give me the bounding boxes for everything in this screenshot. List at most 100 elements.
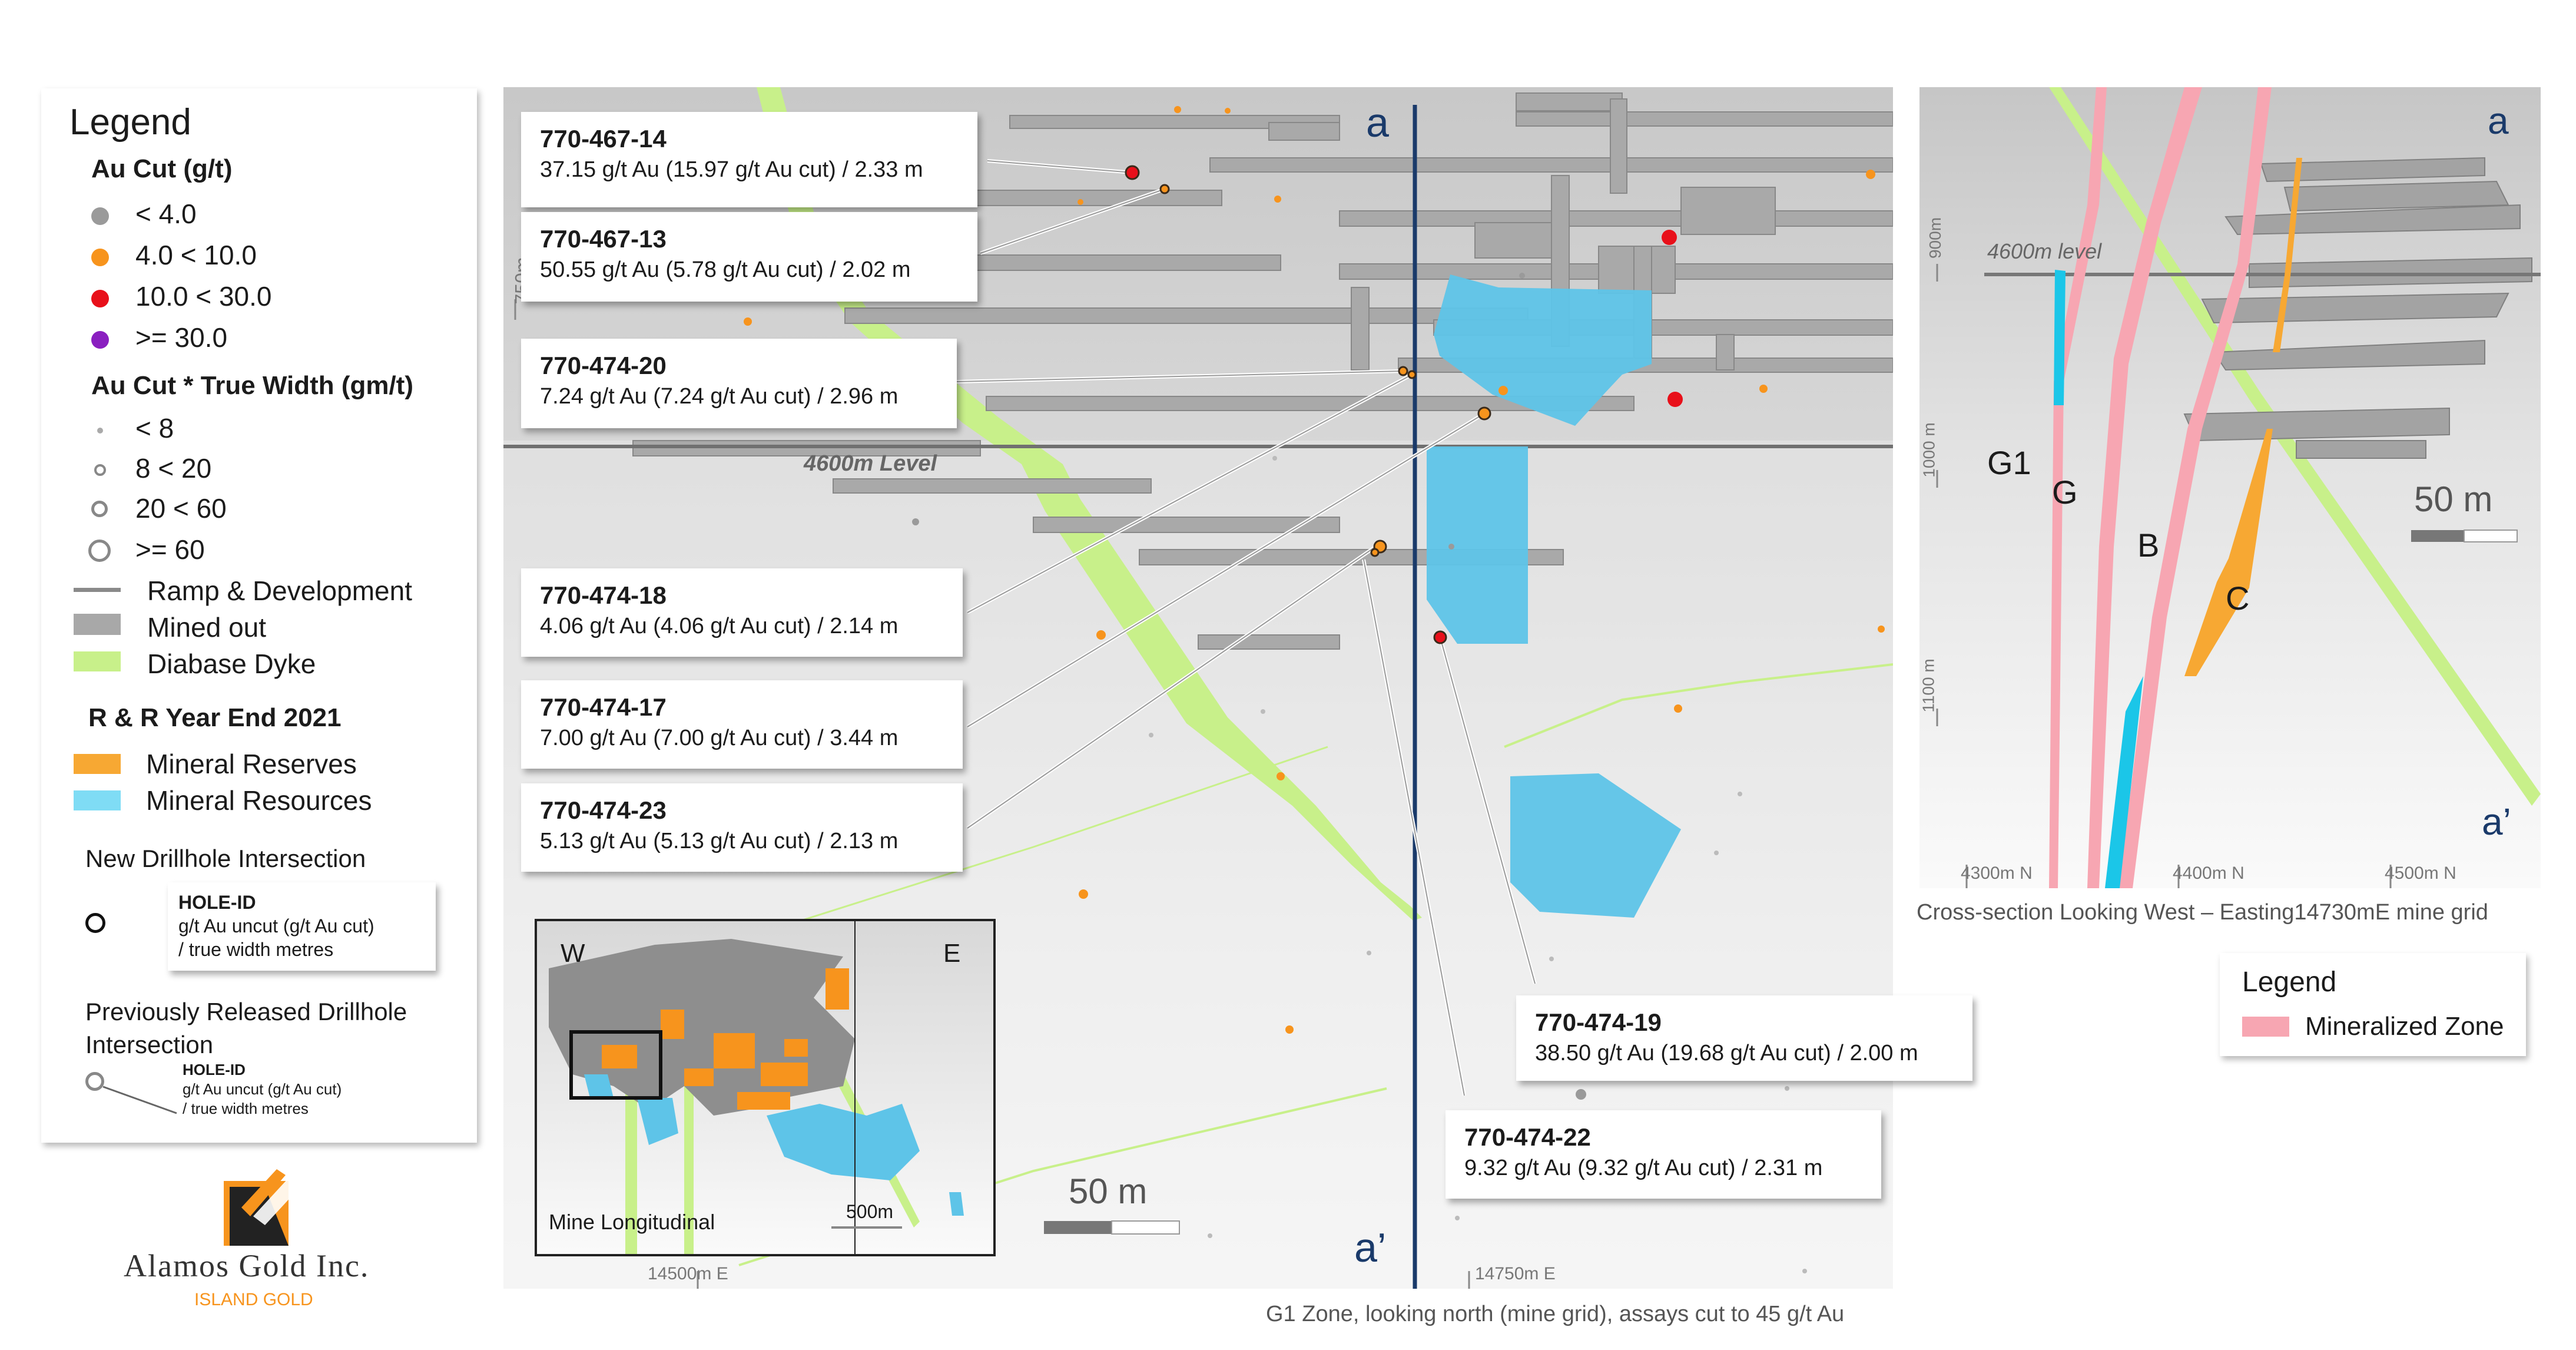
grade-dot-red [91,290,109,307]
cross-depth-1100: 1100 m [1919,659,1938,713]
width-symbol-1 [97,428,103,434]
cross-depth-900: 900m [1926,217,1945,259]
au-cut-item-2: 4.0 < 10.0 [135,240,257,270]
callout-id: 770-474-17 [540,693,667,721]
dyke-swatch [74,651,121,671]
inset-drawing [549,921,964,1254]
sample-line2: / true width metres [178,939,334,960]
callout-770-467-14: 770-467-14 37.15 g/t Au (15.97 g/t Au cu… [521,112,977,207]
au-cut-item-4: >= 30.0 [135,322,228,353]
dyke-label: Diabase Dyke [147,648,316,679]
callout-id: 770-467-14 [540,125,667,153]
easting-right: 14750m E [1475,1264,1556,1283]
ramp-swatch [74,588,121,592]
au-cut-item-1: < 4.0 [135,198,197,229]
ramp-label: Ramp & Development [147,575,412,606]
callout-770-474-19: 770-474-19 38.50 g/t Au (19.68 g/t Au cu… [1516,995,1972,1081]
new-intersection-symbol [85,913,105,933]
width-item-3: 20 < 60 [135,493,227,524]
prev-intersection-label: Previously Released Drillhole Intersecti… [85,998,407,1058]
inset-scale: 500m [846,1201,894,1222]
width-symbol-2 [94,464,106,476]
company-name: Alamos Gold Inc. [124,1248,370,1283]
prev-line2: / true width metres [183,1100,309,1117]
scale-label: 50 m [1069,1172,1148,1211]
zone-label-c: C [2226,580,2250,617]
resources-swatch [74,790,121,810]
callout-value: 5.13 g/t Au (5.13 g/t Au cut) / 2.13 m [540,829,899,853]
callout-value: 4.06 g/t Au (4.06 g/t Au cut) / 2.14 m [540,614,899,638]
width-heading: Au Cut * True Width (gm/t) [91,371,414,400]
callout-value: 50.55 g/t Au (5.78 g/t Au cut) / 2.02 m [540,257,911,282]
northing-4400: 4400m N [2173,863,2245,883]
prev-line1: g/t Au uncut (g/t Au cut) [183,1080,342,1098]
inset-e-label: E [943,939,961,968]
main-caption: G1 Zone, looking north (mine grid), assa… [1266,1302,1845,1326]
callout-value: 7.00 g/t Au (7.00 g/t Au cut) / 3.44 m [540,726,899,750]
resource-shape-2 [1427,446,1528,644]
level-label: 4600m Level [804,451,937,476]
cross-section: 4600m level a a’ 900m 1000 m 1100 m G1 G… [1919,87,2541,888]
cross-legend-item: Mineralized Zone [2305,1012,2504,1041]
cross-legend-title: Legend [2242,967,2337,998]
cross-bottom-label: a’ [2482,800,2511,843]
au-cut-item-3: 10.0 < 30.0 [135,281,272,312]
zone-label-b: B [2137,527,2160,564]
section-top-label: a [1366,100,1389,145]
cross-depth-1000: 1000 m [1919,422,1938,478]
prev-sample: HOLE-ID g/t Au uncut (g/t Au cut) / true… [183,1060,342,1119]
callout-id: 770-474-19 [1535,1008,1662,1036]
callout-770-474-17: 770-474-17 7.00 g/t Au (7.00 g/t Au cut)… [521,680,963,769]
mineralized-zone-swatch [2242,1017,2289,1037]
sample-line1: g/t Au uncut (g/t Au cut) [178,915,374,937]
easting-left: 14500m E [648,1264,728,1283]
callout-770-474-18: 770-474-18 4.06 g/t Au (4.06 g/t Au cut)… [521,568,963,657]
section-bottom-label: a’ [1354,1225,1387,1270]
inset-map: W E Mine Longitudinal 500m [535,919,996,1256]
prev-id: HOLE-ID [183,1061,246,1078]
mined-swatch [74,614,121,635]
callout-value: 38.50 g/t Au (19.68 g/t Au cut) / 2.00 m [1535,1041,1918,1066]
callout-value: 37.15 g/t Au (15.97 g/t Au cut) / 2.33 m [540,157,923,182]
callout-id: 770-474-18 [540,581,667,609]
width-symbol-3 [91,501,108,517]
callout-value: 7.24 g/t Au (7.24 g/t Au cut) / 2.96 m [540,384,899,409]
northing-4500: 4500m N [2385,863,2456,883]
callout-id: 770-474-20 [540,352,667,379]
width-item-2: 8 < 20 [135,453,212,484]
grade-dot-purple [91,331,109,349]
company-sub: ISLAND GOLD [194,1290,313,1309]
zone-c [2184,429,2273,676]
prev-leader-line [102,1086,177,1114]
rr-heading: R & R Year End 2021 [88,703,342,732]
callout-id: 770-474-23 [540,796,667,824]
zone-b [2119,87,2272,888]
zone-label-g: G [2052,474,2078,511]
callout-value: 9.32 g/t Au (9.32 g/t Au cut) / 2.31 m [1464,1156,1823,1180]
cross-legend-panel: Legend Mineralized Zone [2220,953,2526,1056]
callout-770-474-22: 770-474-22 9.32 g/t Au (9.32 g/t Au cut)… [1446,1110,1881,1199]
callout-id: 770-467-13 [540,225,667,253]
mined-label: Mined out [147,612,267,643]
callout-770-467-13: 770-467-13 50.55 g/t Au (5.78 g/t Au cut… [521,212,977,302]
au-cut-heading: Au Cut (g/t) [91,154,233,183]
width-item-4: >= 60 [135,534,205,565]
reserves-swatch [74,754,121,774]
callout-770-474-20: 770-474-20 7.24 g/t Au (7.24 g/t Au cut)… [521,339,957,428]
cross-scale-label: 50 m [2414,479,2493,519]
resources-label: Mineral Resources [146,785,372,816]
sample-id: HOLE-ID [178,892,256,913]
callout-770-474-23: 770-474-23 5.13 g/t Au (5.13 g/t Au cut)… [521,783,963,872]
zone-label-g1: G1 [1987,444,2031,481]
callout-id: 770-474-22 [1464,1123,1591,1151]
northing-4300: 4300m N [1961,863,2033,883]
width-item-1: < 8 [135,413,174,444]
new-intersection-label: New Drillhole Intersection [85,845,366,872]
sample-callout: HOLE-ID g/t Au uncut (g/t Au cut) / true… [168,882,436,971]
cross-level-label: 4600m level [1987,239,2102,263]
cross-top-label: a [2488,100,2509,142]
legend-title: Legend [69,102,191,143]
inset-w-label: W [561,939,585,968]
grade-dot-grey [91,207,109,225]
width-symbol-4 [88,540,111,562]
